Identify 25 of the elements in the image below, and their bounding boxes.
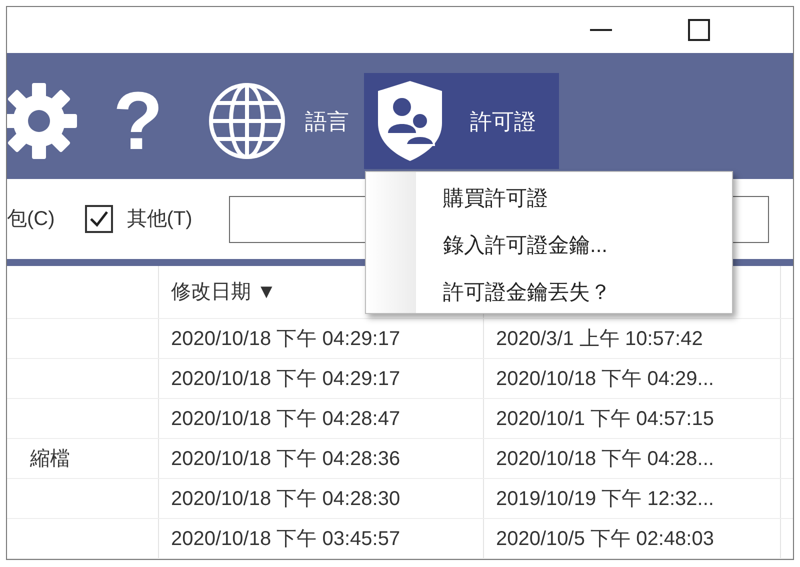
table-cell: 2020/10/18 下午 04:28:47 <box>159 399 484 438</box>
table-cell: 2020/3/1 上午 10:57:42 <box>484 319 781 358</box>
table-cell: 2020/10/18 下午 04:29... <box>484 359 781 398</box>
shield-people-icon <box>376 79 444 163</box>
globe-icon <box>207 81 287 161</box>
table-cell: 2020/10/18 下午 04:29:17 <box>159 359 484 398</box>
checkbox-label: 其他(T) <box>126 207 192 232</box>
checkbox[interactable] <box>84 205 113 233</box>
maximize-icon[interactable] <box>688 19 710 41</box>
help-button[interactable]: ? <box>113 73 177 169</box>
table-cell: 2019/10/19 下午 12:32... <box>484 479 781 518</box>
menu-item[interactable]: 購買許可證 <box>366 175 732 222</box>
table-cell: 縮檔 <box>7 439 159 478</box>
table-cell: 2020/10/18 下午 04:28:36 <box>159 439 484 478</box>
filter-label: 包(C) <box>7 207 55 232</box>
table-cell: 2020/10/1 下午 04:57:15 <box>484 399 781 438</box>
table-cell: 2020/10/5 下午 02:48:03 <box>484 519 781 558</box>
menu-item[interactable]: 錄入許可證金鑰... <box>366 222 732 269</box>
language-button[interactable]: 語言 <box>207 73 364 169</box>
table-cell: 2020/10/18 下午 04:29:17 <box>159 319 484 358</box>
table-cell: 2020/10/18 下午 04:28:30 <box>159 479 484 518</box>
table-cell: 2020/10/18 下午 03:45:57 <box>159 519 484 558</box>
table-cell: 2020/10/18 下午 04:28... <box>484 439 781 478</box>
license-tab[interactable]: 許可證 <box>364 73 559 169</box>
minimize-icon[interactable] <box>590 28 612 32</box>
